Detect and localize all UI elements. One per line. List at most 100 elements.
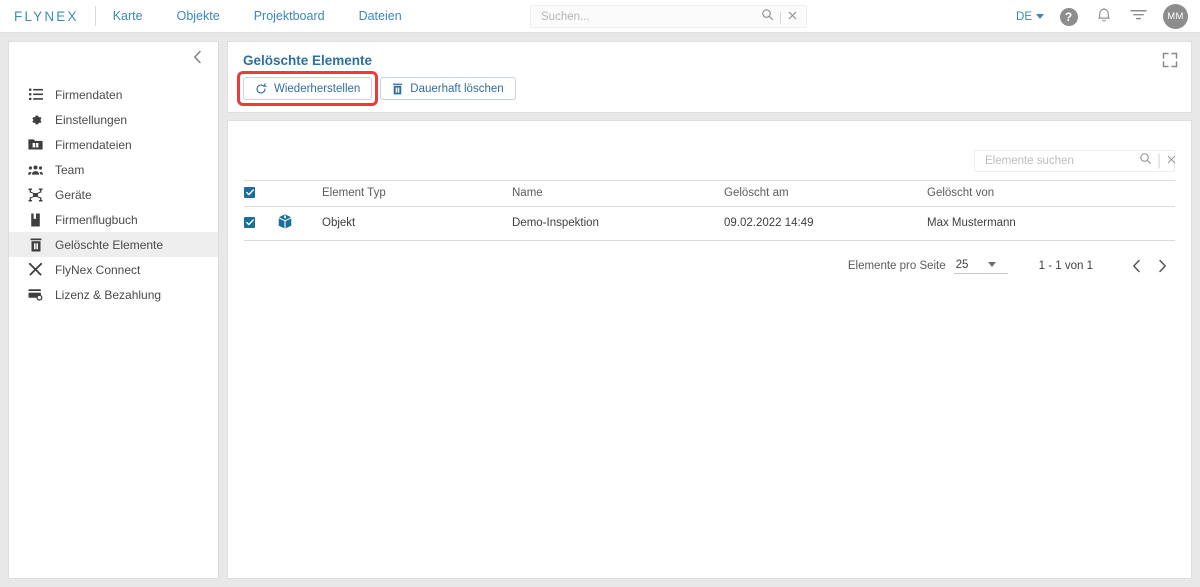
- sidebar-item-label: Firmendateien: [55, 137, 132, 152]
- tools-icon: [28, 262, 43, 277]
- action-toolbar: Wiederherstellen Dauerhaft löschen: [236, 71, 1177, 106]
- close-icon[interactable]: [787, 8, 798, 26]
- language-label: DE: [1016, 10, 1032, 23]
- page-header-panel: Gelöschte Elemente Wiederherstellen Daue…: [227, 41, 1192, 113]
- folder-icon: [28, 137, 43, 152]
- search-divider: |: [1157, 152, 1162, 169]
- drone-icon: [28, 187, 43, 202]
- nav-item-projektboard[interactable]: Projektboard: [237, 0, 342, 33]
- sidebar-item-flynex-connect[interactable]: FlyNex Connect: [9, 257, 218, 282]
- items-per-page-label: Elemente pro Seite: [847, 260, 946, 272]
- table-search[interactable]: |: [974, 150, 1177, 172]
- people-icon: [28, 162, 43, 177]
- top-navigation: Karte Objekte Projektboard Dateien: [96, 0, 419, 33]
- trash-icon: [392, 83, 403, 95]
- search-divider: |: [778, 9, 782, 24]
- table-body: Objekt Demo-Inspektion 09.02.2022 14:49 …: [244, 206, 1175, 241]
- avatar[interactable]: MM: [1163, 4, 1188, 29]
- main-content: Gelöschte Elemente Wiederherstellen Daue…: [227, 41, 1192, 579]
- nav-item-dateien[interactable]: Dateien: [342, 0, 419, 33]
- header-actions: DE ? MM: [1016, 0, 1188, 33]
- column-header-element-typ[interactable]: Element Typ: [322, 180, 512, 207]
- sidebar-item-label: Firmendaten: [55, 87, 123, 102]
- help-button[interactable]: ?: [1058, 6, 1079, 27]
- top-header: FLYNEX Karte Objekte Projektboard Dateie…: [0, 0, 1200, 33]
- sidebar-item-label: Team: [55, 162, 85, 177]
- search-icon[interactable]: [761, 8, 774, 26]
- help-circle-icon: ?: [1059, 7, 1078, 26]
- sidebar-item-label: Firmenflugbuch: [55, 212, 138, 227]
- sidebar-item-label: Geräte: [55, 187, 92, 202]
- global-search-icons: |: [761, 8, 798, 26]
- sidebar-item-team[interactable]: Team: [9, 157, 218, 182]
- sidebar-item-firmenflugbuch[interactable]: Firmenflugbuch: [9, 207, 218, 232]
- type-icon-header: [278, 180, 322, 207]
- chevron-down-icon: [1036, 14, 1044, 19]
- row-type-icon-cell: [278, 206, 322, 241]
- sidebar: Firmendaten Einstellungen Firmendateien …: [8, 41, 219, 579]
- trash-icon: [28, 237, 43, 252]
- restore-button-label: Wiederherstellen: [274, 82, 361, 95]
- sidebar-item-label: Gelöschte Elemente: [55, 237, 164, 252]
- creditcard-icon: [28, 287, 43, 302]
- chevron-down-icon: [988, 262, 997, 267]
- page-title: Gelöschte Elemente: [243, 53, 373, 68]
- row-element-typ: Objekt: [322, 206, 512, 241]
- select-all-checkbox[interactable]: [244, 187, 255, 198]
- pagination-range: 1 - 1 von 1: [1038, 260, 1093, 272]
- column-header-geloescht-von[interactable]: Gelöscht von: [927, 180, 1175, 207]
- body-wrapper: Firmendaten Einstellungen Firmendateien …: [0, 33, 1200, 587]
- table-toolbar: |: [244, 121, 1177, 180]
- table-header: Element Typ Name Gelöscht am Gelöscht vo…: [244, 180, 1175, 207]
- pagination-prev-button[interactable]: [1123, 254, 1149, 278]
- sidebar-collapse-button[interactable]: [9, 42, 218, 74]
- close-icon[interactable]: [1166, 152, 1177, 170]
- row-checkbox[interactable]: [244, 217, 255, 228]
- row-select-cell: [244, 206, 278, 241]
- sidebar-item-label: Lizenz & Bezahlung: [55, 287, 162, 302]
- table-panel: |: [227, 120, 1192, 579]
- nav-item-objekte[interactable]: Objekte: [160, 0, 237, 33]
- column-header-name[interactable]: Name: [512, 180, 724, 207]
- row-name: Demo-Inspektion: [512, 206, 724, 241]
- table-search-input[interactable]: [985, 155, 1139, 167]
- restore-icon: [255, 82, 267, 95]
- row-geloescht-am: 09.02.2022 14:49: [724, 206, 927, 241]
- app-logo[interactable]: FLYNEX: [14, 9, 79, 24]
- restore-button-highlight: Wiederherstellen: [236, 71, 379, 106]
- sidebar-item-firmendateien[interactable]: Firmendateien: [9, 132, 218, 157]
- sidebar-menu: Firmendaten Einstellungen Firmendateien …: [9, 74, 218, 307]
- deleted-items-table: Element Typ Name Gelöscht am Gelöscht vo…: [244, 180, 1175, 241]
- pagination-next-button[interactable]: [1149, 254, 1175, 278]
- search-icon[interactable]: [1139, 152, 1152, 170]
- sidebar-item-einstellungen[interactable]: Einstellungen: [9, 107, 218, 132]
- select-all-header: [244, 180, 278, 207]
- global-search-input[interactable]: [541, 10, 761, 23]
- language-selector[interactable]: DE: [1016, 11, 1044, 23]
- cube-icon: [278, 214, 292, 229]
- sidebar-item-firmendaten[interactable]: Firmendaten: [9, 82, 218, 107]
- table-header-row: Element Typ Name Gelöscht am Gelöscht vo…: [244, 180, 1175, 207]
- list-icon: [28, 87, 43, 102]
- items-per-page-select[interactable]: 25: [953, 259, 1008, 274]
- row-geloescht-von: Max Mustermann: [927, 206, 1175, 241]
- sidebar-item-label: Einstellungen: [55, 112, 128, 127]
- chevron-left-icon: [193, 50, 202, 67]
- permanent-delete-button[interactable]: Dauerhaft löschen: [380, 77, 516, 100]
- sidebar-item-geraete[interactable]: Geräte: [9, 182, 218, 207]
- permanent-delete-button-label: Dauerhaft löschen: [410, 82, 504, 95]
- restore-button[interactable]: Wiederherstellen: [243, 77, 373, 100]
- sidebar-item-lizenz-bezahlung[interactable]: Lizenz & Bezahlung: [9, 282, 218, 307]
- filter-icon: [1129, 7, 1148, 27]
- table-row[interactable]: Objekt Demo-Inspektion 09.02.2022 14:49 …: [244, 206, 1175, 241]
- notifications-button[interactable]: [1093, 6, 1114, 27]
- fullscreen-icon[interactable]: [1162, 52, 1178, 68]
- filter-button[interactable]: [1128, 6, 1149, 27]
- global-search[interactable]: |: [530, 5, 807, 28]
- sidebar-item-label: FlyNex Connect: [55, 262, 141, 277]
- column-header-geloescht-am[interactable]: Gelöscht am: [724, 180, 927, 207]
- nav-item-karte[interactable]: Karte: [96, 0, 160, 33]
- gear-icon: [28, 112, 43, 127]
- sidebar-item-geloeschte-elemente[interactable]: Gelöschte Elemente: [9, 232, 218, 257]
- pagination: Elemente pro Seite 25 1 - 1 von 1: [244, 241, 1175, 278]
